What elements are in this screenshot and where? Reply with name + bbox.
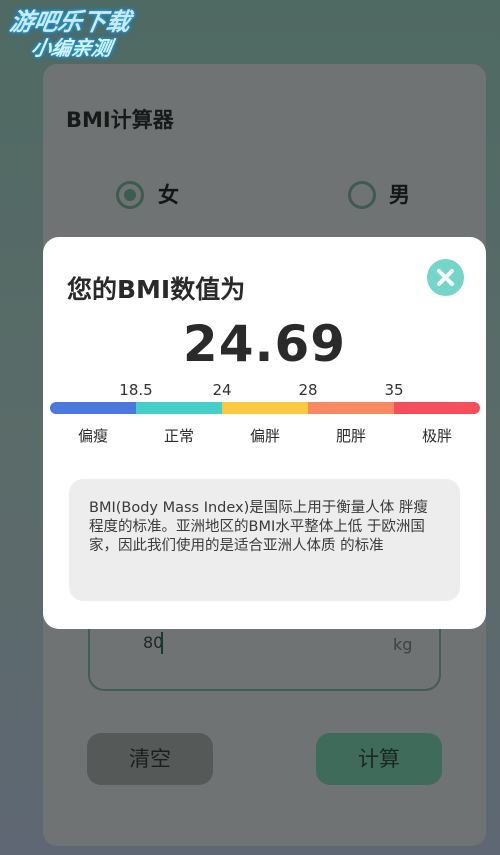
category-label: 肥胖 [335,427,366,445]
scale-tick: 18.5 [119,381,153,399]
radio-female[interactable] [116,181,144,209]
scale-segment-overweight [222,402,308,414]
watermark-line-2: 小编亲测 [29,36,114,60]
category-label: 偏胖 [249,427,280,445]
watermark-logo: 游吧乐下载 小编亲测 [3,8,162,60]
weight-unit: kg [393,635,413,654]
clear-button[interactable]: 清空 [87,733,213,785]
scale-segment-obese [308,402,394,414]
bmi-scale-bar [50,402,480,414]
category-label: 极胖 [421,427,452,445]
category-label: 偏瘦 [77,427,108,445]
app-title: BMI计算器 [66,108,174,132]
category-label: 正常 [163,427,194,445]
watermark-line-1: 游吧乐下载 [7,8,133,36]
radio-male-label[interactable]: 男 [389,181,410,209]
text-cursor [161,632,163,654]
bmi-result-dialog: 您的BMI数值为 24.69 18.5 24 28 35 偏瘦 正常 偏胖 肥胖… [43,237,486,629]
radio-female-label[interactable]: 女 [158,181,179,209]
scale-segment-underweight [50,402,136,414]
close-icon [437,269,454,286]
calculate-button[interactable]: 计算 [316,733,442,785]
scale-segment-severely-obese [394,402,480,414]
bmi-explanation: BMI(Body Mass Index)是国际上用于衡量人体 胖瘦程度的标准。亚… [69,479,460,601]
scale-tick: 24 [212,381,232,399]
radio-male[interactable] [348,181,376,209]
close-button[interactable] [427,259,464,296]
scale-tick: 35 [384,381,404,399]
scale-segment-normal [136,402,222,414]
scale-tick: 28 [298,381,318,399]
bmi-value: 24.69 [182,315,347,373]
dialog-title: 您的BMI数值为 [67,275,246,304]
